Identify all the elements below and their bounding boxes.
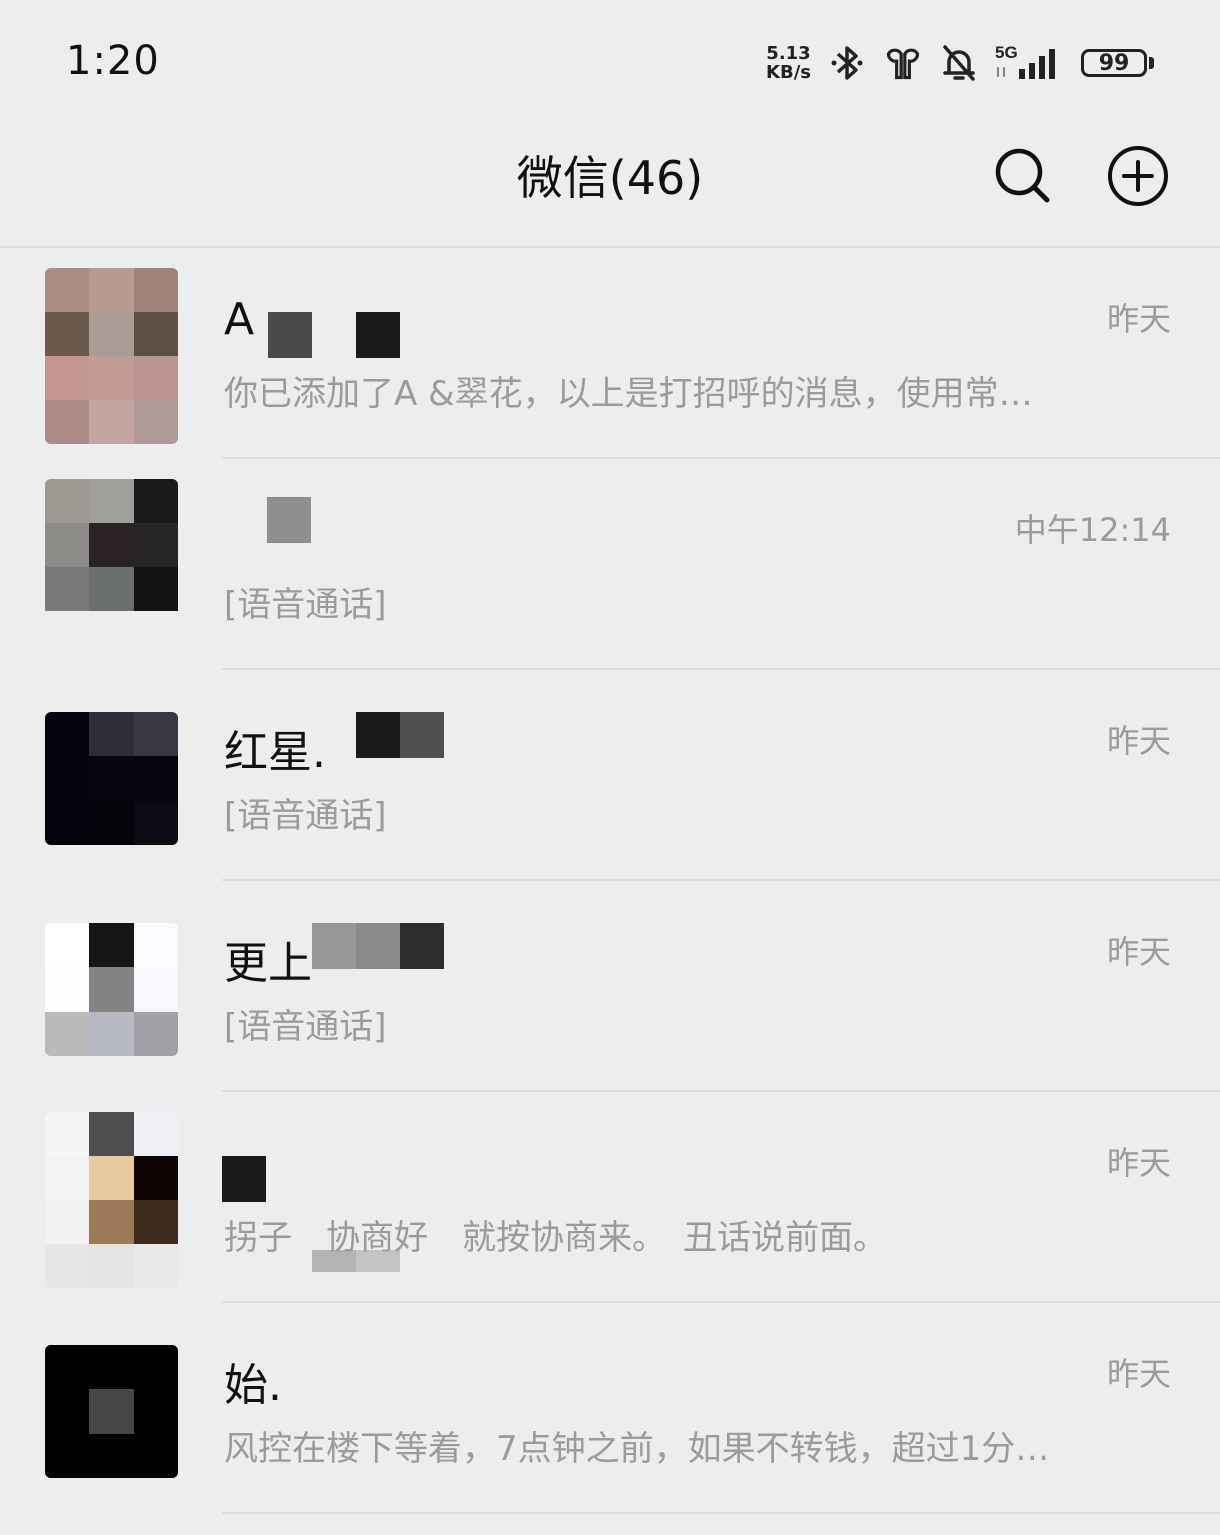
redaction-block: [312, 923, 356, 969]
chat-time: 昨天: [1106, 933, 1171, 971]
redaction-block: [400, 712, 444, 758]
earbuds-icon: [883, 43, 923, 83]
battery-indicator: 99: [1081, 49, 1154, 77]
chat-time: 昨天: [1106, 1355, 1171, 1393]
avatar: [45, 1112, 178, 1288]
bell-muted-icon: [939, 43, 979, 83]
redaction-block: [222, 1156, 266, 1202]
chat-divider: [222, 1512, 1220, 1514]
avatar: [45, 923, 178, 1056]
chat-preview: [语音通话]: [224, 1007, 387, 1047]
network-speed-value: 5.13: [766, 43, 811, 64]
chat-list: A 昨天 你已添加了A &翠花，以上是打招呼的消息，使用常… 中午12:14 […: [0, 248, 1220, 1514]
chat-name: 更上: [224, 938, 312, 989]
status-icons: 5.13 KB/s 5G 99: [766, 38, 1154, 88]
redaction-block: [356, 312, 400, 358]
chat-item[interactable]: 红星. 昨天 [语音通话]: [0, 670, 1220, 881]
network-type: 5G: [995, 43, 1018, 62]
avatar: [45, 268, 178, 444]
chat-time: 昨天: [1106, 300, 1171, 338]
chat-item[interactable]: 始. 昨天 风控在楼下等着，7点钟之前，如果不转钱，超过1分…: [0, 1303, 1220, 1514]
battery-level: 99: [1081, 49, 1147, 77]
status-bar: 1:20 5.13 KB/s 5G 99: [0, 0, 1220, 120]
chat-preview: [语音通话]: [224, 585, 387, 625]
avatar: [45, 712, 178, 845]
chat-item[interactable]: 中午12:14 [语音通话]: [0, 459, 1220, 670]
chat-time: 昨天: [1106, 722, 1171, 760]
redaction-block: [268, 312, 312, 358]
chat-name: A: [224, 294, 255, 345]
bluetooth-icon: [827, 43, 867, 83]
chat-preview: 拐子 协商好 就按协商来。 丑话说前面。: [224, 1218, 887, 1258]
chat-item[interactable]: A 昨天 你已添加了A &翠花，以上是打招呼的消息，使用常…: [0, 248, 1220, 459]
battery-tip: [1149, 57, 1154, 69]
avatar: [45, 1345, 178, 1478]
chat-name: 始.: [224, 1360, 282, 1411]
signal-icon: 5G: [995, 43, 1065, 83]
avatar: [45, 479, 178, 655]
chat-preview: 你已添加了A &翠花，以上是打招呼的消息，使用常…: [224, 374, 1033, 414]
search-icon[interactable]: [992, 144, 1054, 206]
chat-name: 红星.: [224, 727, 326, 778]
app-header: 微信(46): [0, 120, 1220, 246]
chat-time: 中午12:14: [1014, 511, 1171, 549]
chat-time: 昨天: [1106, 1144, 1171, 1182]
redaction-block: [356, 923, 400, 969]
network-speed-unit: KB/s: [766, 62, 811, 83]
status-time: 1:20: [66, 38, 160, 84]
redaction-block: [400, 923, 444, 969]
redaction-block: [267, 497, 311, 543]
chat-preview: 风控在楼下等着，7点钟之前，如果不转钱，超过1分…: [224, 1429, 1050, 1469]
chat-item[interactable]: 昨天 拐子 协商好 就按协商来。 丑话说前面。: [0, 1092, 1220, 1303]
redaction-block: [356, 712, 400, 758]
chat-item[interactable]: 更上 昨天 [语音通话]: [0, 881, 1220, 1092]
chat-preview: [语音通话]: [224, 796, 387, 836]
plus-circle-icon[interactable]: [1106, 144, 1170, 208]
network-speed: 5.13 KB/s: [766, 44, 811, 82]
